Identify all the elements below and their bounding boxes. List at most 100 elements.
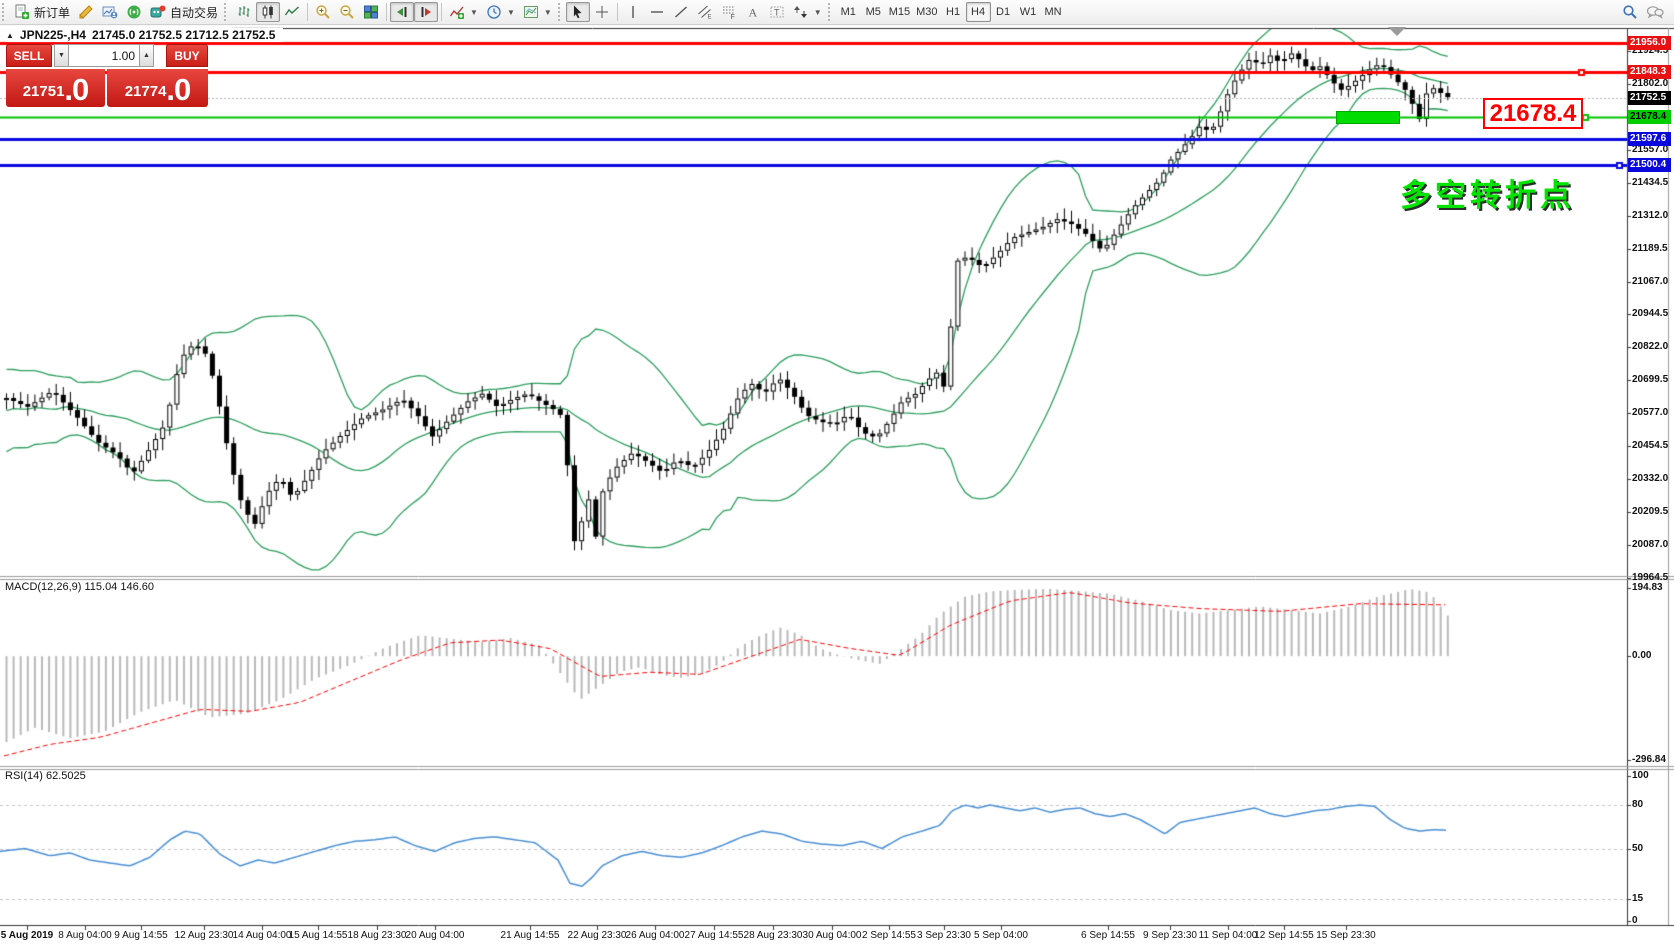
time-axis-label: 6 Sep 14:55 (1081, 930, 1135, 941)
buy-button[interactable]: BUY (166, 44, 208, 67)
timeframe-m15[interactable]: M15 (886, 2, 913, 22)
price-badge-21848.3: 21848.3 (1628, 64, 1671, 79)
zoom-in-button[interactable] (311, 2, 335, 22)
autotrading-button[interactable]: 自动交易 (146, 2, 222, 22)
tile-windows-button[interactable] (359, 2, 383, 22)
chevron-down-icon: ▼ (813, 7, 822, 17)
chart-shift-button[interactable] (414, 2, 439, 22)
time-axis-label: 21 Aug 14:55 (500, 930, 560, 941)
scroll-to-end-icon[interactable] (1388, 27, 1406, 36)
chart-canvas[interactable] (0, 0, 1674, 947)
channel-button[interactable]: E (693, 2, 717, 22)
macd-scale-tick: 0.00 (1632, 650, 1652, 662)
chat-button[interactable] (1642, 2, 1668, 22)
toolbar-drag-handle[interactable] (557, 3, 564, 21)
zoom-out-button[interactable] (335, 2, 359, 22)
timeframe-m30[interactable]: M30 (913, 2, 940, 22)
main-toolbar: 新订单 自动交易 ▼ ▼ ▼ E F A T ▼ M1 M5 M15 M30 H… (0, 0, 1674, 25)
bar-chart-button[interactable] (232, 2, 256, 22)
label-button[interactable]: T (765, 2, 789, 22)
price-scale-tick: 20087.0 (1632, 538, 1669, 550)
cursor-button[interactable] (565, 2, 590, 22)
time-axis-label: 11 Sep 04:00 (1198, 930, 1258, 941)
timeframe-mn[interactable]: MN (1041, 2, 1066, 22)
new-order-label: 新订单 (34, 5, 71, 20)
rsi-scale-tick: 50 (1632, 842, 1644, 854)
rsi-scale-tick: 0 (1632, 915, 1638, 926)
signals-button[interactable] (122, 2, 146, 22)
time-axis-label: 20 Aug 04:00 (405, 930, 465, 941)
timeframe-w1[interactable]: W1 (1016, 2, 1041, 22)
timeframe-h4[interactable]: H4 (965, 2, 991, 22)
trendline-icon (674, 6, 687, 18)
support-zone-highlight[interactable] (1336, 111, 1400, 124)
timeframe-h1[interactable]: H1 (941, 2, 966, 22)
line-chart-button[interactable] (280, 2, 304, 22)
candlestick-icon (262, 5, 273, 19)
price-scale-tick: 21067.0 (1632, 275, 1669, 287)
line-chart-icon (284, 6, 300, 16)
time-axis-label: 8 Aug 04:00 (58, 930, 112, 941)
chevron-down-icon: ▼ (506, 7, 515, 17)
timeframe-d1[interactable]: D1 (991, 2, 1016, 22)
channel-icon: E (697, 5, 711, 20)
auto-scroll-button[interactable] (390, 2, 415, 22)
price-scale-tick: 20332.0 (1632, 472, 1669, 484)
svg-text:T: T (774, 8, 780, 18)
chat-icon (1646, 6, 1664, 19)
candlestick-button[interactable] (256, 2, 281, 22)
price-scale-tick: 20577.0 (1632, 407, 1669, 419)
chevron-down-icon: ▼ (543, 7, 552, 17)
new-order-button[interactable]: 新订单 (10, 2, 74, 22)
market-button[interactable] (74, 2, 98, 22)
price-badge-21597.6: 21597.6 (1628, 132, 1671, 147)
buy-price-display[interactable]: 21774 .0 (107, 69, 208, 107)
sell-price-display[interactable]: 21751 .0 (6, 69, 105, 107)
volume-input[interactable]: 1.00 (69, 44, 139, 67)
crosshair-icon (595, 6, 608, 18)
toolbar-drag-handle[interactable] (827, 3, 834, 21)
text-button[interactable]: A (741, 2, 765, 22)
periods-icon (487, 5, 501, 19)
toolbar-drag-handle[interactable] (2, 3, 8, 21)
price-scale-tick: 20454.5 (1632, 440, 1669, 452)
price-scale-tick: 21312.0 (1632, 209, 1669, 221)
new-order-icon (15, 4, 29, 19)
price-badge-21752.5: 21752.5 (1628, 90, 1671, 105)
vertical-line-button[interactable] (621, 2, 645, 22)
sell-button[interactable]: SELL (6, 44, 52, 67)
price-scale-tick: 21434.5 (1632, 176, 1669, 188)
time-axis-label: 15 Sep 23:30 (1316, 930, 1376, 941)
time-axis-label: 9 Sep 23:30 (1143, 930, 1197, 941)
bar-chart-icon (238, 6, 250, 17)
templates-dropdown[interactable]: ▼ (519, 2, 556, 22)
toolbar-drag-handle[interactable] (224, 3, 230, 21)
price-level-callout[interactable]: 21678.4 (1483, 98, 1583, 129)
svg-text:A: A (748, 6, 757, 20)
label-icon: T (770, 6, 784, 18)
search-button[interactable] (1618, 2, 1642, 22)
time-axis-label: 22 Aug 23:30 (567, 930, 627, 941)
time-axis-label: 9 Aug 14:55 (114, 930, 168, 941)
price-scale-tick: 20944.5 (1632, 308, 1669, 320)
one-click-collapse-icon[interactable]: ▲ (6, 31, 14, 40)
fibonacci-button[interactable]: F (717, 2, 741, 22)
timeframe-m5[interactable]: M5 (861, 2, 886, 22)
timeframe-m1[interactable]: M1 (836, 2, 861, 22)
periods-dropdown[interactable]: ▼ (482, 2, 519, 22)
rsi-indicator-label: RSI(14) 62.5025 (5, 770, 86, 782)
autotrading-icon (150, 5, 166, 18)
profile-button[interactable] (98, 2, 122, 22)
volume-decrease-button[interactable]: ▼ (54, 44, 69, 67)
arrows-dropdown[interactable]: ▼ (789, 2, 826, 22)
time-axis-label: 5 Aug 2019 (0, 930, 54, 941)
indicators-icon (449, 6, 465, 19)
crosshair-button[interactable] (590, 2, 614, 22)
volume-increase-button[interactable]: ▲ (139, 44, 154, 67)
trendline-button[interactable] (669, 2, 693, 22)
indicators-dropdown[interactable]: ▼ (445, 2, 482, 22)
turning-point-annotation[interactable]: 多空转折点 (1400, 170, 1575, 215)
horizontal-line-button[interactable] (645, 2, 669, 22)
symbol-period-label: JPN225-,H4 (19, 28, 86, 42)
symbol-info-bar: ▲ JPN225-,H4 21745.0 21752.5 21712.5 217… (6, 28, 284, 42)
